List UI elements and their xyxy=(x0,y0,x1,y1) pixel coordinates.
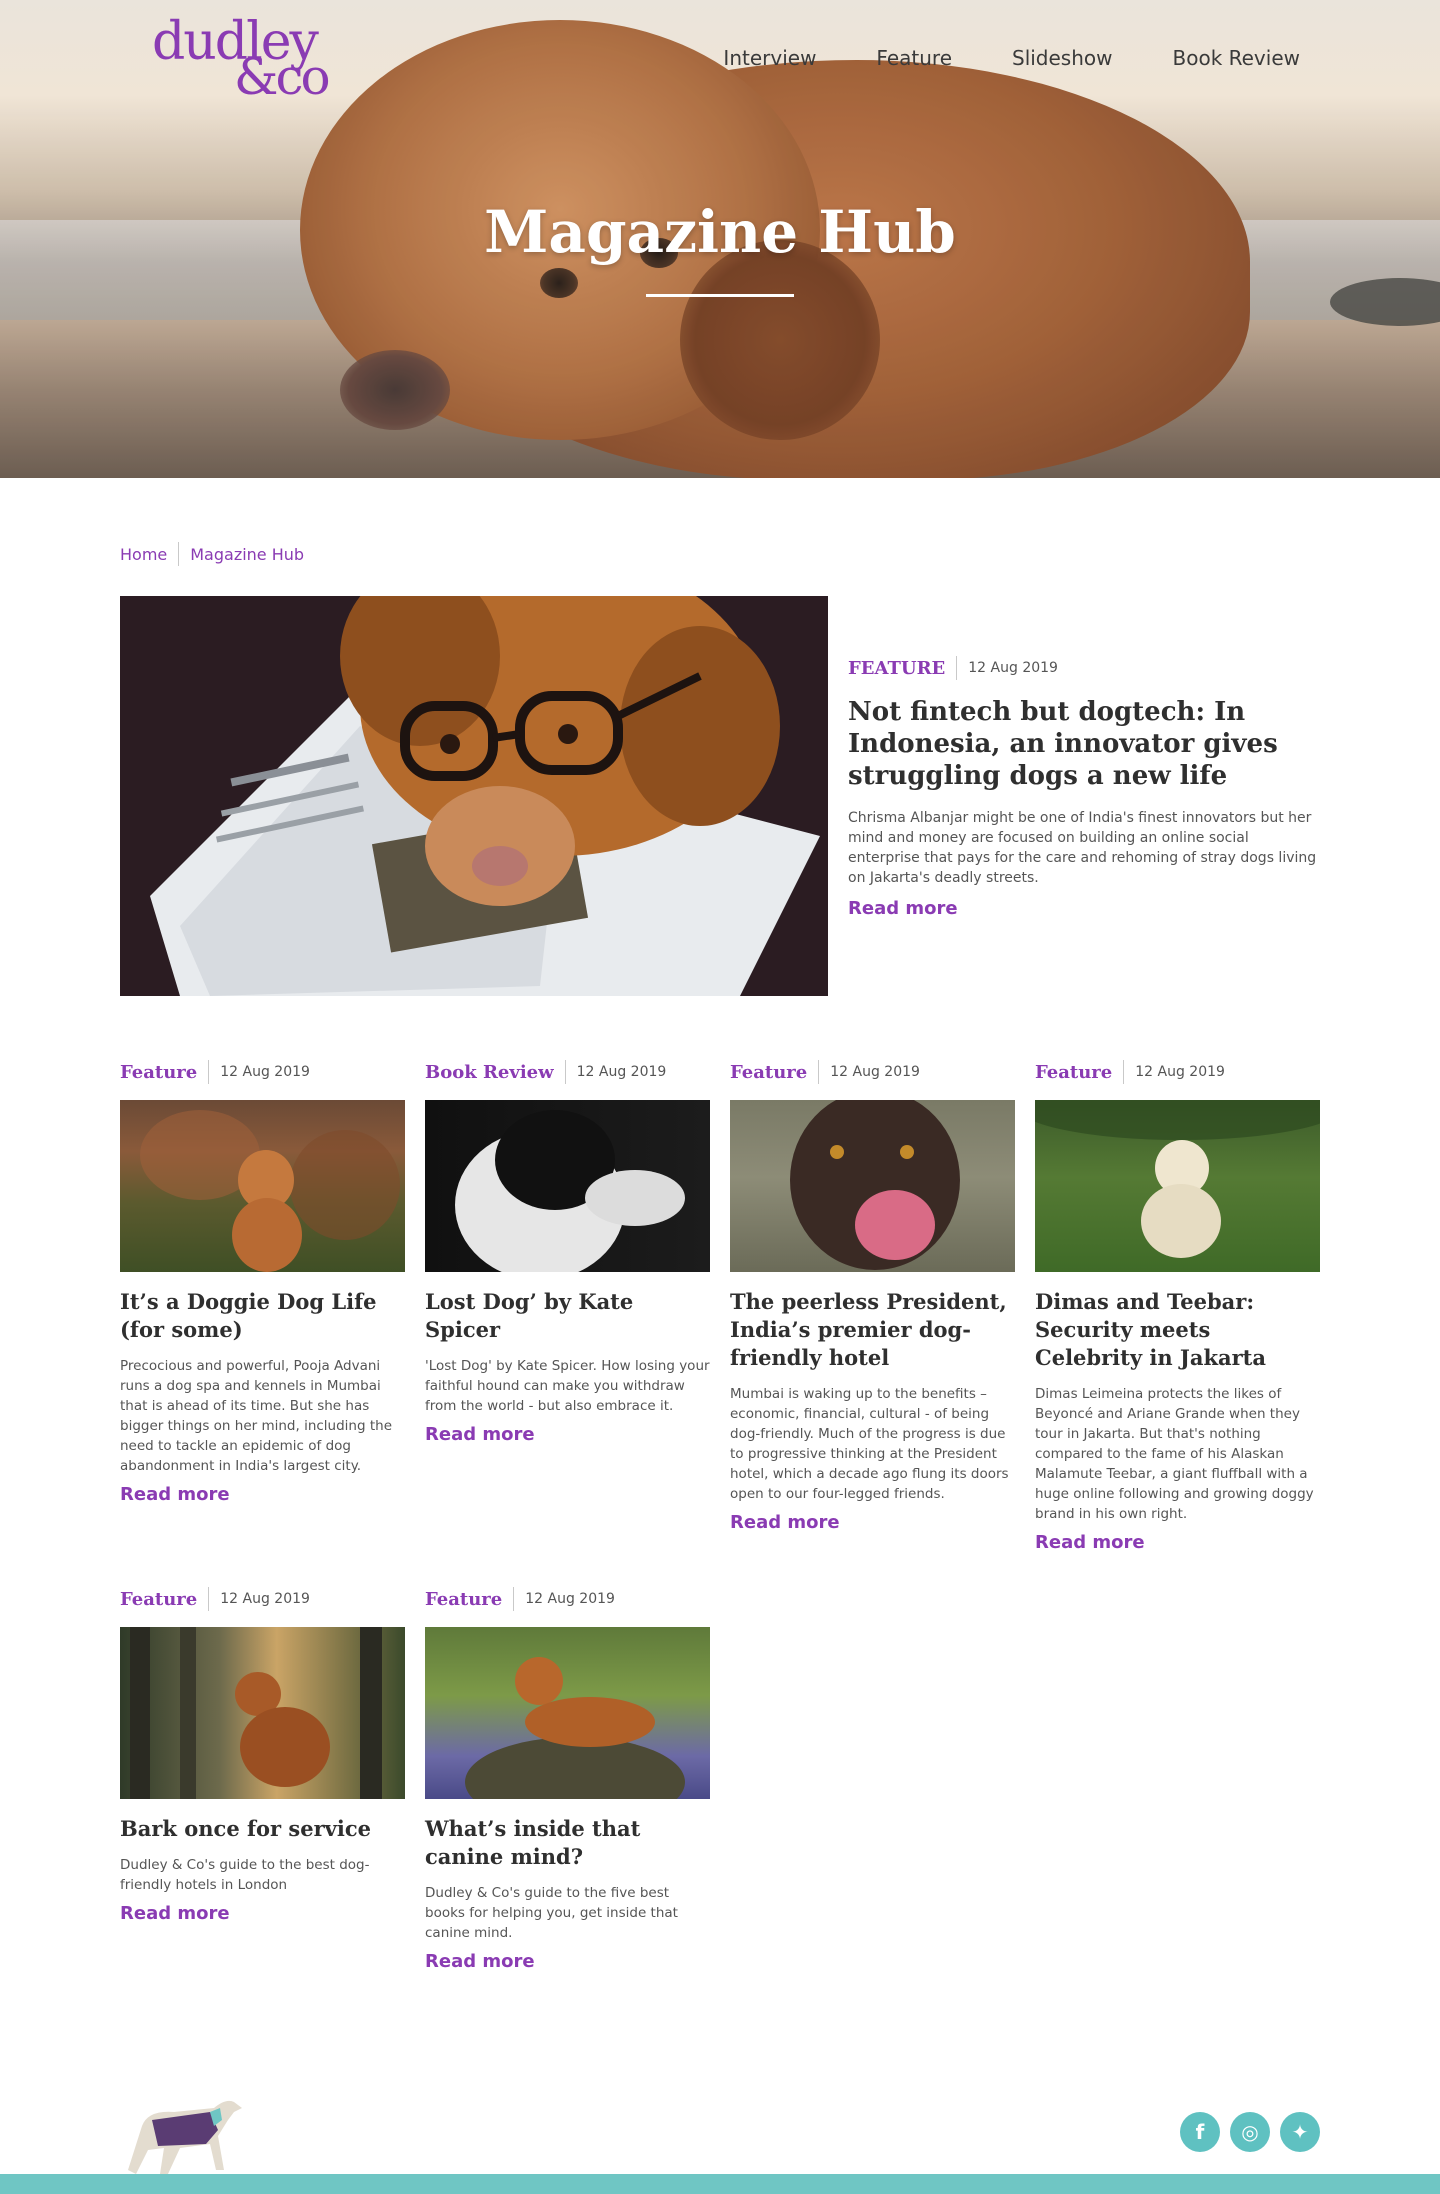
featured-meta: FEATURE 12 Aug 2019 xyxy=(848,656,1320,680)
card-read-more-link[interactable]: Read more xyxy=(425,1951,535,1972)
card-title[interactable]: Bark once for service xyxy=(120,1815,405,1843)
meta-divider xyxy=(208,1060,210,1084)
featured-excerpt: Chrisma Albanjar might be one of India's… xyxy=(848,810,1317,886)
card-read-more-link[interactable]: Read more xyxy=(120,1484,230,1505)
card-category[interactable]: Feature xyxy=(730,1062,807,1083)
card-date: 12 Aug 2019 xyxy=(830,1064,920,1080)
card-date: 12 Aug 2019 xyxy=(1135,1064,1225,1080)
instagram-icon[interactable]: ◎ xyxy=(1230,2112,1270,2152)
article-card: Book Review 12 Aug 2019 Lost Dog’ by Kat… xyxy=(425,1060,710,1445)
page-title: Magazine Hub xyxy=(484,198,956,266)
title-underline xyxy=(646,294,794,297)
main-nav: Interview Feature Slideshow Book Review xyxy=(723,46,1300,70)
nav-interview[interactable]: Interview xyxy=(723,46,816,70)
card-excerpt: Mumbai is waking up to the benefits – ec… xyxy=(730,1386,1009,1502)
card-meta: Feature 12 Aug 2019 xyxy=(730,1060,1015,1084)
featured-image-dog-with-glasses xyxy=(120,596,828,996)
card-excerpt: Dimas Leimeina protects the likes of Bey… xyxy=(1035,1386,1314,1522)
featured-article: FEATURE 12 Aug 2019 Not fintech but dogt… xyxy=(848,656,1320,919)
card-read-more-link[interactable]: Read more xyxy=(1035,1532,1145,1553)
card-read-more-link[interactable]: Read more xyxy=(120,1903,230,1924)
card-date: 12 Aug 2019 xyxy=(576,1064,667,1080)
breadcrumb-divider xyxy=(178,542,180,566)
card-read-more-link[interactable]: Read more xyxy=(730,1512,840,1533)
card-meta: Feature 12 Aug 2019 xyxy=(120,1587,405,1611)
nav-feature[interactable]: Feature xyxy=(876,46,952,70)
card-category[interactable]: Feature xyxy=(425,1589,502,1610)
article-card: Feature 12 Aug 2019 Bark once for servic… xyxy=(120,1587,405,1924)
breadcrumb-magazine-hub[interactable]: Magazine Hub xyxy=(190,545,304,564)
card-title[interactable]: Lost Dog’ by Kate Spicer xyxy=(425,1288,710,1344)
card-date: 12 Aug 2019 xyxy=(220,1591,310,1607)
article-card: Feature 12 Aug 2019 The peerless Preside… xyxy=(730,1060,1015,1533)
card-category[interactable]: Feature xyxy=(1035,1062,1112,1083)
featured-title[interactable]: Not fintech but dogtech: In Indonesia, a… xyxy=(848,696,1320,792)
featured-image[interactable] xyxy=(120,596,828,996)
card-title[interactable]: The peerless President, India’s premier … xyxy=(730,1288,1015,1372)
card-meta: Feature 12 Aug 2019 xyxy=(120,1060,405,1084)
facebook-icon[interactable]: f xyxy=(1180,2112,1220,2152)
meta-divider xyxy=(513,1587,515,1611)
meta-divider xyxy=(564,1060,566,1084)
meta-divider xyxy=(1123,1060,1125,1084)
meta-divider xyxy=(208,1587,210,1611)
card-date: 12 Aug 2019 xyxy=(220,1064,310,1080)
breadcrumb: Home Magazine Hub xyxy=(120,542,304,566)
card-image-dog-on-rock-bluebells[interactable] xyxy=(425,1627,710,1799)
card-category[interactable]: Feature xyxy=(120,1589,197,1610)
footer-bar xyxy=(0,2174,1440,2194)
card-image-labrador-in-field[interactable] xyxy=(1035,1100,1320,1272)
nav-slideshow[interactable]: Slideshow xyxy=(1012,46,1113,70)
card-title[interactable]: Dimas and Teebar: Security meets Celebri… xyxy=(1035,1288,1320,1372)
card-category[interactable]: Book Review xyxy=(425,1062,554,1083)
breadcrumb-home[interactable]: Home xyxy=(120,545,167,564)
card-title[interactable]: What’s inside that canine mind? xyxy=(425,1815,710,1871)
card-read-more-link[interactable]: Read more xyxy=(425,1424,535,1445)
article-card: Feature 12 Aug 2019 What’s inside that c… xyxy=(425,1587,710,1972)
card-meta: Book Review 12 Aug 2019 xyxy=(425,1060,710,1084)
card-category[interactable]: Feature xyxy=(120,1062,197,1083)
twitter-icon[interactable]: ✦ xyxy=(1280,2112,1320,2152)
nav-book-review[interactable]: Book Review xyxy=(1173,46,1301,70)
featured-date: 12 Aug 2019 xyxy=(968,660,1058,676)
card-excerpt: Dudley & Co's guide to the best dog-frie… xyxy=(120,1857,370,1893)
featured-read-more-link[interactable]: Read more xyxy=(848,898,958,919)
card-image-dog-licking[interactable] xyxy=(730,1100,1015,1272)
card-date: 12 Aug 2019 xyxy=(525,1591,615,1607)
site-logo[interactable]: dudley &co xyxy=(152,16,332,102)
card-image-dog-profile-bw[interactable] xyxy=(425,1100,710,1272)
footer-dog-illustration-icon xyxy=(118,2090,250,2178)
card-title[interactable]: It’s a Doggie Dog Life (for some) xyxy=(120,1288,405,1344)
hero-banner: dudley &co Interview Feature Slideshow B… xyxy=(0,0,1440,478)
card-meta: Feature 12 Aug 2019 xyxy=(1035,1060,1320,1084)
card-image-dog-in-forest[interactable] xyxy=(120,1627,405,1799)
card-excerpt: Precocious and powerful, Pooja Advani ru… xyxy=(120,1358,393,1474)
article-card: Feature 12 Aug 2019 Dimas and Teebar: Se… xyxy=(1035,1060,1320,1553)
card-excerpt: Dudley & Co's guide to the five best boo… xyxy=(425,1885,678,1941)
meta-divider xyxy=(818,1060,820,1084)
card-image-dog-in-woods[interactable] xyxy=(120,1100,405,1272)
article-card: Feature 12 Aug 2019 It’s a Doggie Dog Li… xyxy=(120,1060,405,1505)
social-links: f ◎ ✦ xyxy=(1180,2112,1320,2152)
card-meta: Feature 12 Aug 2019 xyxy=(425,1587,710,1611)
logo-text-line2: &co xyxy=(234,48,331,106)
card-excerpt: 'Lost Dog' by Kate Spicer. How losing yo… xyxy=(425,1358,710,1414)
featured-category[interactable]: FEATURE xyxy=(848,658,945,679)
meta-divider xyxy=(956,656,958,680)
